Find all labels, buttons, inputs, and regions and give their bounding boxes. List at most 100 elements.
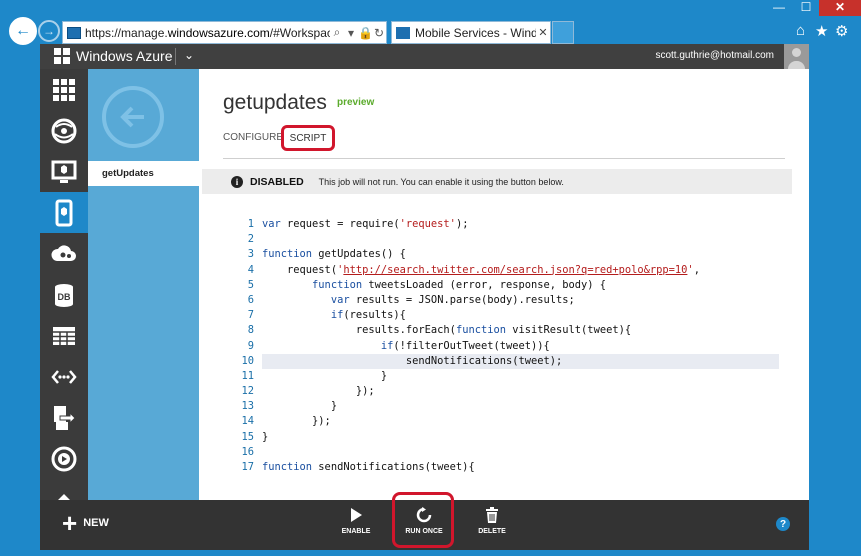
- windows-logo-icon: [54, 48, 70, 64]
- code-line: 17 function sendNotifications(tweet){: [241, 461, 475, 473]
- sub-nav-item-getupdates[interactable]: getUpdates: [88, 161, 199, 186]
- code-line-highlighted: 10 sendNotifications(tweet);: [239, 353, 779, 369]
- nav-virtual-machines[interactable]: [40, 151, 88, 192]
- back-arrow-icon: ←: [15, 22, 31, 39]
- nav-service-bus[interactable]: [40, 397, 88, 438]
- nav-sql-databases[interactable]: DB: [40, 274, 88, 315]
- db-label: DB: [58, 292, 71, 302]
- main-content: getupdates preview CONFIGURE SCRIPT i DI…: [199, 69, 809, 500]
- minimize-button[interactable]: —: [765, 0, 793, 16]
- info-icon: i: [231, 175, 243, 188]
- maximize-button[interactable]: ☐: [793, 0, 819, 16]
- more-icon: [57, 493, 71, 500]
- brand-name: Windows Azure: [76, 48, 173, 64]
- window-frame-bottom: [0, 550, 861, 556]
- code-line: 15}: [241, 430, 269, 443]
- tab-title: Mobile Services - Windows ...: [415, 25, 536, 40]
- azure-portal: Windows Azure ⌄ scott.guthrie@hotmail.co…: [40, 44, 809, 550]
- play-icon: [351, 508, 362, 522]
- nav-networks[interactable]: [40, 356, 88, 397]
- preview-badge: preview: [337, 97, 375, 108]
- header-divider: [175, 48, 176, 65]
- refresh-icon[interactable]: ↻: [372, 26, 386, 40]
- avatar[interactable]: [784, 44, 809, 69]
- code-line: 11 }: [241, 369, 388, 382]
- left-nav: DB: [40, 69, 88, 500]
- delete-label: DELETE: [478, 528, 506, 535]
- tab-script[interactable]: SCRIPT: [281, 125, 335, 151]
- all-items-icon: [53, 78, 75, 101]
- nav-mobile-services[interactable]: [40, 192, 88, 233]
- code-line: 13 }: [241, 400, 338, 413]
- nav-all-items[interactable]: [40, 69, 88, 110]
- home-icon[interactable]: ⌂: [796, 22, 805, 39]
- sub-nav: getUpdates: [88, 69, 199, 500]
- nav-cloud-services[interactable]: [40, 233, 88, 274]
- windows-azure-logo[interactable]: Windows Azure: [54, 48, 172, 64]
- arrow-left-icon: [120, 106, 144, 128]
- plus-icon: +: [62, 508, 78, 538]
- code-line: 8 results.forEach(function visitResult(t…: [247, 324, 632, 337]
- refresh-icon: [416, 507, 432, 523]
- code-line: 1 var request = require('request');: [247, 218, 469, 230]
- settings-gear-icon[interactable]: ⚙: [835, 22, 848, 40]
- sql-databases-icon: DB: [55, 283, 73, 307]
- code-line: 14 });: [241, 415, 331, 428]
- new-tab-button[interactable]: [552, 21, 574, 44]
- code-line: 9 if(!filterOutTweet(tweet)){: [247, 339, 550, 352]
- window-close-button[interactable]: ✕: [819, 0, 861, 16]
- enable-button[interactable]: ENABLE: [331, 507, 381, 535]
- user-email[interactable]: scott.guthrie@hotmail.com: [655, 50, 774, 61]
- tabs-divider: [223, 158, 785, 159]
- code-line: 6 var results = JSON.parse(body).results…: [247, 293, 575, 306]
- run-once-button[interactable]: RUN ONCE: [399, 507, 449, 535]
- forward-button[interactable]: →: [38, 20, 60, 42]
- search-icon[interactable]: ⌕: [330, 25, 344, 40]
- new-button[interactable]: + NEW: [62, 508, 109, 538]
- code-line: 4 request('http://search.twitter.com/sea…: [247, 263, 700, 276]
- nav-storage[interactable]: [40, 315, 88, 356]
- help-icon[interactable]: ?: [776, 517, 790, 531]
- back-circle-button[interactable]: [102, 86, 164, 148]
- networks-icon: [51, 369, 77, 384]
- forward-arrow-icon: →: [43, 24, 55, 38]
- web-sites-icon: [51, 118, 77, 143]
- code-line: 7 if(results){: [247, 309, 406, 322]
- site-favicon-icon: [67, 26, 81, 39]
- code-line: 16: [241, 445, 254, 458]
- browser-toolbar: ← → https://manage.windowsazure.com/#Wor…: [0, 0, 861, 45]
- service-bus-icon: [54, 405, 76, 430]
- media-services-icon: [51, 446, 77, 471]
- tab-configure[interactable]: CONFIGURE: [223, 132, 283, 143]
- back-button[interactable]: ←: [9, 17, 37, 45]
- code-line: 12 });: [241, 385, 375, 398]
- script-editor[interactable]: 1 var request = require('request'); 2 3 fu…: [239, 217, 779, 475]
- new-label: NEW: [83, 517, 109, 529]
- browser-tab[interactable]: Mobile Services - Windows ... ✕: [391, 21, 551, 44]
- storage-icon: [53, 326, 75, 345]
- address-url[interactable]: https://manage.windowsazure.com/#Workspa…: [85, 26, 330, 40]
- command-bar: + NEW ENABLE RUN ONCE DELETE ?: [40, 492, 809, 550]
- page-title: getupdates: [223, 91, 327, 114]
- nav-more[interactable]: [40, 479, 88, 500]
- chevron-down-icon[interactable]: ⌄: [184, 48, 194, 62]
- mobile-services-icon: [55, 199, 73, 226]
- status-label: DISABLED: [250, 175, 304, 188]
- tab-close-icon[interactable]: ✕: [536, 26, 550, 39]
- favorites-star-icon[interactable]: ★: [815, 22, 828, 40]
- code-line: 5 function tweetsLoaded (error, response…: [247, 278, 607, 291]
- enable-label: ENABLE: [341, 528, 371, 535]
- address-bar[interactable]: https://manage.windowsazure.com/#Workspa…: [62, 21, 387, 44]
- status-message: This job will not run. You can enable it…: [318, 176, 564, 187]
- portal-header: Windows Azure ⌄ scott.guthrie@hotmail.co…: [40, 44, 809, 69]
- dropdown-icon[interactable]: ▾: [344, 26, 358, 40]
- virtual-machines-icon: [51, 160, 77, 183]
- run-once-label: RUN ONCE: [405, 528, 443, 535]
- tab-favicon-icon: [396, 26, 410, 39]
- delete-button[interactable]: DELETE: [467, 507, 517, 535]
- code-line: 3 function getUpdates() {: [247, 248, 406, 261]
- status-bar: i DISABLED This job will not run. You ca…: [202, 169, 792, 194]
- nav-web-sites[interactable]: [40, 110, 88, 151]
- nav-media-services[interactable]: [40, 438, 88, 479]
- lock-icon[interactable]: 🔒: [358, 26, 373, 40]
